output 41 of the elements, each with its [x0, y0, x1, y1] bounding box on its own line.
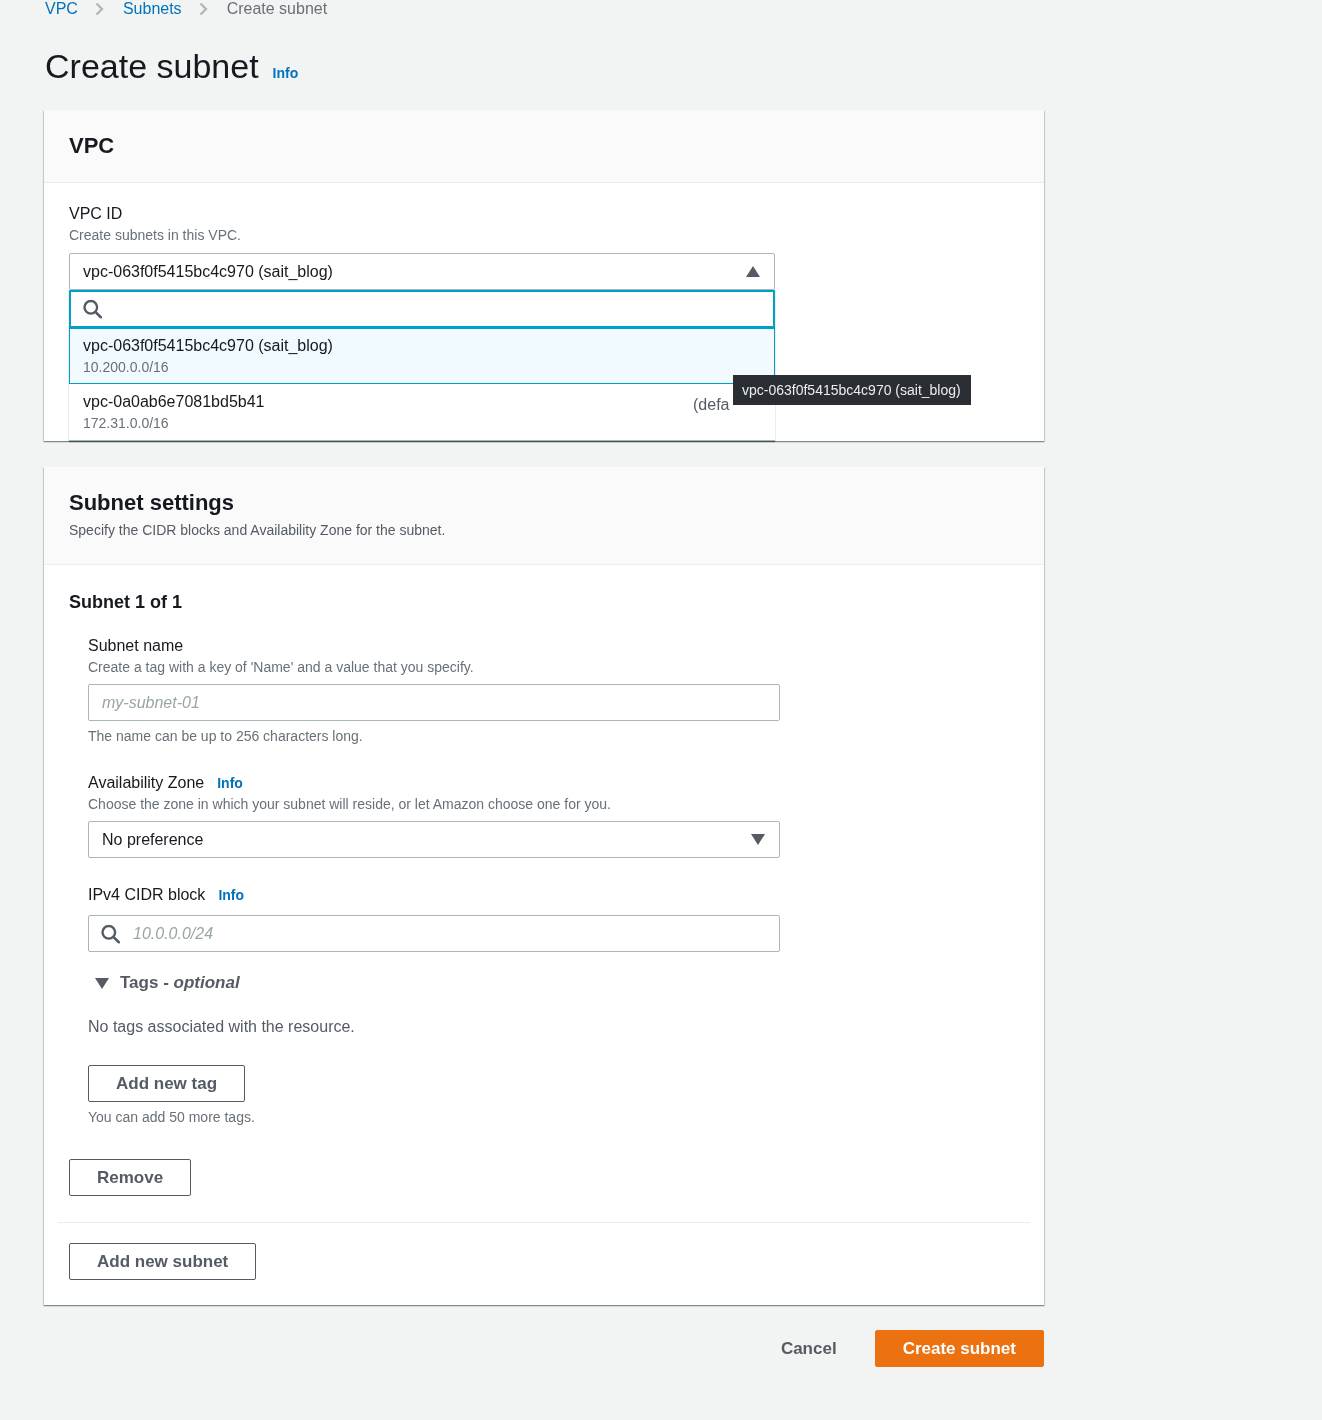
constraint-text: The name can be up to 256 characters long.: [88, 727, 364, 746]
field-label: Subnet name: [88, 636, 184, 656]
empty-tags-text: No tags associated with the resource.: [88, 1017, 356, 1037]
subnet-heading: Subnet 1 of 1: [69, 591, 183, 614]
cidr-input[interactable]: 10.0.0.0/24: [88, 915, 780, 952]
field-description: Create subnets in this VPC.: [69, 226, 242, 245]
info-link[interactable]: Info: [272, 65, 299, 81]
chevron-icon: [94, 2, 104, 16]
cancel-button[interactable]: Cancel: [780, 1338, 837, 1359]
breadcrumb-link[interactable]: VPC: [44, 0, 78, 18]
info-link[interactable]: Info: [218, 887, 245, 903]
option-cidr: 172.31.0.0/16: [83, 414, 170, 432]
tags-toggle[interactable]: Tags - optional: [88, 972, 240, 994]
option-label: vpc-0a0ab6e7081bd5b41: [83, 392, 265, 412]
field-description: Choose the zone in which your subnet will reside, or let Amazon choose one for you.: [88, 795, 612, 814]
add-tag-button[interactable]: Add new tag: [88, 1065, 246, 1102]
field-label: IPv4 CIDR block: [88, 885, 206, 905]
remove-button[interactable]: Remove: [69, 1159, 192, 1196]
page-title: Create subnet: [44, 46, 259, 86]
field-label: Availability Zone: [88, 773, 205, 793]
tag-limit-text: You can add 50 more tags.: [88, 1108, 256, 1127]
zone-select[interactable]: No preference: [88, 821, 780, 858]
field-label: VPC ID: [69, 204, 123, 224]
dropdown-option[interactable]: vpc-063f0f5415bc4c970 (sait_blog) 10.200.0.0/16: [69, 328, 775, 384]
name-input[interactable]: my-subnet-01: [88, 684, 780, 721]
option-label: vpc-063f0f5415bc4c970 (sait_blog): [83, 336, 333, 356]
option-cidr: 10.200.0.0/16: [83, 358, 170, 376]
breadcrumb-link[interactable]: Subnets: [121, 0, 182, 18]
caret-down-icon: [751, 834, 765, 845]
panel-title: VPC: [69, 132, 116, 160]
field-description: Create a tag with a key of 'Name' and a value that you specify.: [88, 658, 475, 677]
vpc-select[interactable]: vpc-063f0f5415bc4c970 (sait_blog): [69, 253, 775, 290]
add-subnet-button[interactable]: Add new subnet: [69, 1243, 257, 1280]
panel-description: Specify the CIDR blocks and Availability Zone for the subnet.: [69, 521, 447, 540]
panel-title: Subnet settings: [69, 489, 235, 517]
search-icon: [101, 924, 120, 943]
chevron-icon: [198, 2, 208, 16]
search-icon: [83, 299, 102, 319]
info-link[interactable]: Info: [217, 775, 243, 791]
breadcrumb-current: Create subnet: [225, 0, 328, 18]
search-field[interactable]: [69, 290, 775, 328]
